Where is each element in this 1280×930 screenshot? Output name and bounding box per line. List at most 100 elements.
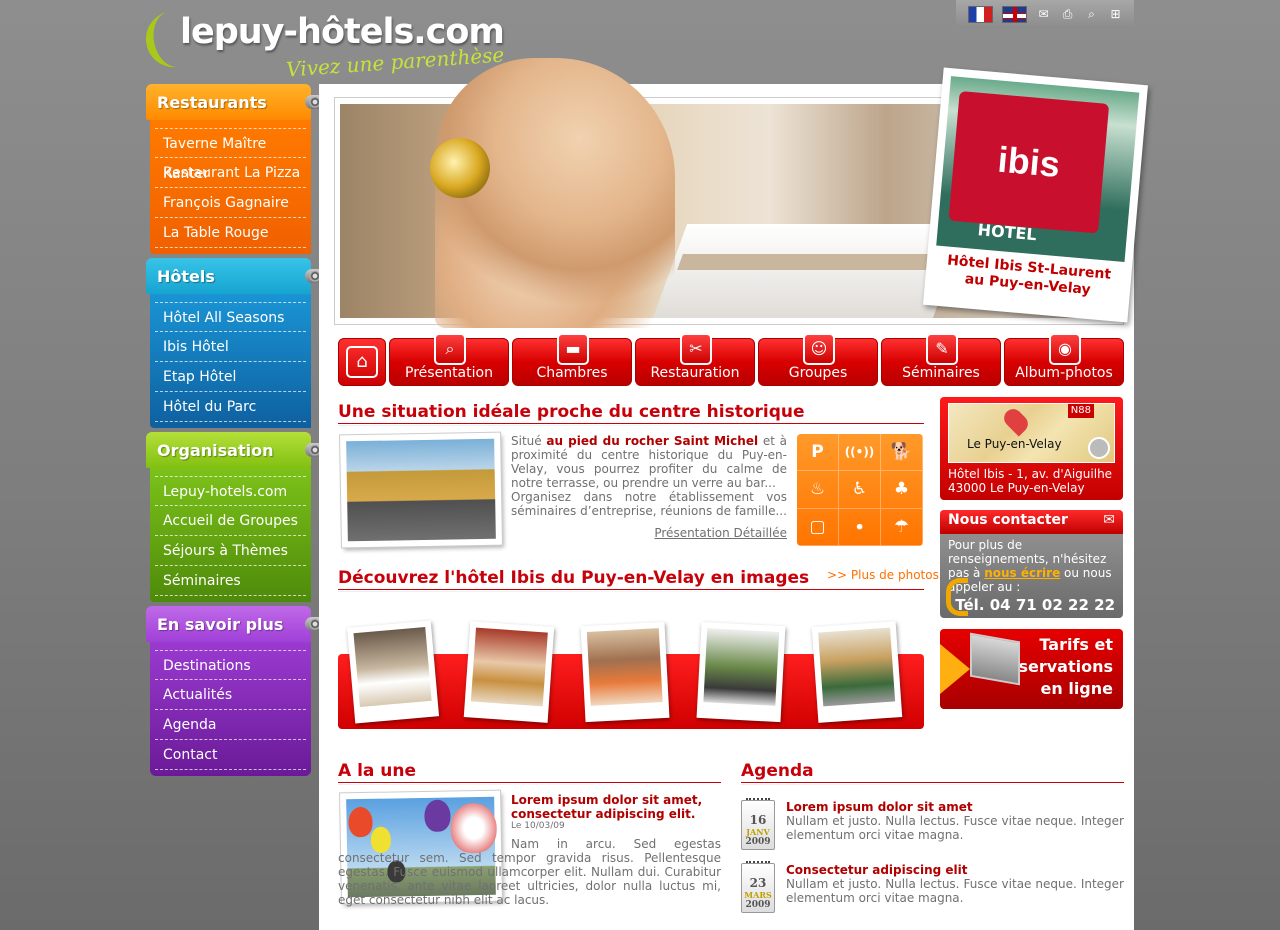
news-headline[interactable]: Lorem ipsum dolor sit amet, consectetur … <box>511 793 711 821</box>
nav-label: Présentation <box>405 365 493 381</box>
nav-album-photos[interactable]: ◉ Album-photos <box>1004 333 1124 386</box>
site-logo[interactable]: lepuy-hôtels.com Vivez une parenthèse <box>140 7 506 82</box>
agenda-item-text: Nullam et justo. Nulla lectus. Fusce vit… <box>786 814 1124 842</box>
sidebar-item[interactable]: Actualités <box>155 680 306 710</box>
parking-icon: P <box>797 434 839 472</box>
bed-stripe <box>677 254 963 270</box>
arrow-icon <box>940 644 970 694</box>
gallery-photo[interactable] <box>811 621 903 723</box>
sidebar-list-restaurants: Taverne Maître Kanter Restaurant La Pizz… <box>150 120 311 254</box>
hero-banner: ibis HOTEL Hôtel Ibis St-Laurent au Puy-… <box>334 58 1148 328</box>
balloon <box>424 799 451 832</box>
magnifier-icon: ⌕ <box>434 333 466 365</box>
pencil-icon: ✎ <box>926 333 958 365</box>
sidebar-list-organisation: Lepuy-hotels.com Accueil de Groupes Séjo… <box>150 468 311 602</box>
room-photo <box>353 627 432 708</box>
ibis-polaroid: ibis HOTEL Hôtel Ibis St-Laurent au Puy-… <box>923 67 1148 323</box>
map-box[interactable]: Le Puy-en-Velay N88 Hôtel Ibis - 1, av. … <box>940 397 1123 500</box>
mail-icon[interactable]: ✉ <box>1036 7 1051 21</box>
nav-seminaires[interactable]: ✎ Séminaires <box>881 333 1001 386</box>
sidebar-item[interactable]: Restaurant La Pizza <box>155 158 306 188</box>
sidebar-item[interactable]: Hôtel All Seasons <box>155 302 306 332</box>
search-icon[interactable]: ⌕ <box>1084 7 1099 21</box>
hotel-exterior-image <box>346 438 496 542</box>
agenda-item-title[interactable]: Lorem ipsum dolor sit amet <box>786 800 973 814</box>
map-pin-icon <box>1000 405 1032 437</box>
situation-title: Une situation idéale proche du centre hi… <box>338 402 924 426</box>
sidebar-item[interactable]: Taverne Maître Kanter <box>155 128 306 182</box>
sidebar-heading-label: Hôtels <box>157 267 215 286</box>
sidebar-heading-hotels[interactable]: Hôtels <box>146 258 335 294</box>
write-us-link[interactable]: nous écrire <box>984 566 1060 580</box>
facade-photo <box>818 627 896 707</box>
sidebar-list-hotels: Hôtel All Seasons Ibis Hôtel Etap Hôtel … <box>150 294 311 428</box>
sidebar-item[interactable]: Hôtel du Parc <box>155 392 306 422</box>
nav-chambres[interactable]: ▬ Chambres <box>512 333 632 386</box>
pool-icon: ♨ <box>797 471 839 509</box>
flag-fr-icon[interactable] <box>968 5 993 23</box>
agenda-item-text: Nullam et justo. Nulla lectus. Fusce vit… <box>786 877 1124 905</box>
calendar-icon: 23 MARS 2009 <box>741 861 775 913</box>
sidebar-item[interactable]: Lepuy-hotels.com <box>155 476 306 506</box>
gallery-photo[interactable] <box>580 621 670 723</box>
contact-title: Nous contacter ✉ <box>940 510 1123 534</box>
contact-title-label: Nous contacter <box>948 512 1068 528</box>
calendar-month: MARS <box>744 890 772 900</box>
gallery-photo[interactable] <box>346 620 440 724</box>
sidebar-item[interactable]: Destinations <box>155 650 306 680</box>
sitemap-icon[interactable]: ⊞ <box>1108 7 1123 21</box>
sidebar-item[interactable]: Etap Hôtel <box>155 362 306 392</box>
gallery-photo[interactable] <box>696 621 786 723</box>
wifi-icon: ((•)) <box>839 434 881 472</box>
presentation-detail-link[interactable]: Présentation Détaillée <box>639 526 787 540</box>
sidebar-item[interactable]: Séminaires <box>155 566 306 596</box>
sidebar-heading-organisation[interactable]: Organisation <box>146 432 335 468</box>
address-line: Hôtel Ibis - 1, av. d'Aiguilhe <box>948 467 1113 481</box>
more-photos-link[interactable]: >> Plus de photos <box>827 568 939 582</box>
hotel-exterior-photo <box>340 432 502 548</box>
agenda-item-title[interactable]: Consectetur adipiscing elit <box>786 863 968 877</box>
sidebar-item[interactable]: Contact <box>155 740 306 770</box>
map-road-label: N88 <box>1067 404 1094 418</box>
sidebar-item[interactable]: Ibis Hôtel <box>155 332 306 362</box>
cutlery-icon: ✂ <box>680 333 712 365</box>
tarifs-reservations-button[interactable]: Tarifs et Réservations en ligne <box>940 629 1123 709</box>
sidebar-heading-label: Organisation <box>157 441 274 460</box>
gallery-photo[interactable] <box>463 621 555 723</box>
nav-restauration[interactable]: ✂ Restauration <box>635 333 755 386</box>
sidebar-heading-label: En savoir plus <box>157 615 284 634</box>
print-icon[interactable]: ⎙ <box>1060 7 1075 21</box>
tv-icon: ▢ <box>797 508 839 546</box>
location-map[interactable]: Le Puy-en-Velay N88 <box>948 403 1115 463</box>
nav-presentation[interactable]: ⌕ Présentation <box>389 333 509 386</box>
sidebar-item[interactable]: François Gagnaire <box>155 188 306 218</box>
sidebar: Restaurants Taverne Maître Kanter Restau… <box>146 84 336 780</box>
nav-label: Restauration <box>650 365 740 381</box>
sidebar-heading-en-savoir-plus[interactable]: En savoir plus <box>146 606 335 642</box>
nav-home-button[interactable]: ⌂ <box>338 338 386 386</box>
situation-text: Situé au pied du rocher Saint Michel et … <box>511 434 787 518</box>
restaurant-photo <box>586 628 663 706</box>
group-icon: ☺ <box>803 333 835 365</box>
news-date: Le 10/03/09 <box>511 821 565 831</box>
sidebar-item[interactable]: Séjours à Thèmes <box>155 536 306 566</box>
sidebar-item[interactable]: La Table Rouge <box>155 218 306 248</box>
nav-label: Séminaires <box>902 365 980 381</box>
phone-number: Tél. 04 71 02 22 22 <box>955 596 1115 614</box>
buffet-photo <box>470 627 548 707</box>
situation-highlight: au pied du rocher Saint Michel <box>546 434 759 448</box>
calendar-day: 23 <box>749 876 767 890</box>
calendar-year: 2009 <box>745 837 771 847</box>
restaurant-icon: ⚫ <box>839 508 881 546</box>
event-photo <box>703 628 780 706</box>
top-toolbar: ✉ ⎙ ⌕ ⊞ <box>956 0 1134 28</box>
main-panel: ibis HOTEL Hôtel Ibis St-Laurent au Puy-… <box>319 58 1148 930</box>
zoom-icon[interactable] <box>1088 437 1110 459</box>
sidebar-heading-restaurants[interactable]: Restaurants <box>146 84 335 120</box>
sidebar-item[interactable]: Accueil de Groupes <box>155 506 306 536</box>
map-city-label: Le Puy-en-Velay <box>967 437 1062 451</box>
ibis-sign: ibis HOTEL <box>936 76 1140 263</box>
nav-groupes[interactable]: ☺ Groupes <box>758 333 878 386</box>
flag-en-icon[interactable] <box>1002 5 1027 23</box>
sidebar-item[interactable]: Agenda <box>155 710 306 740</box>
